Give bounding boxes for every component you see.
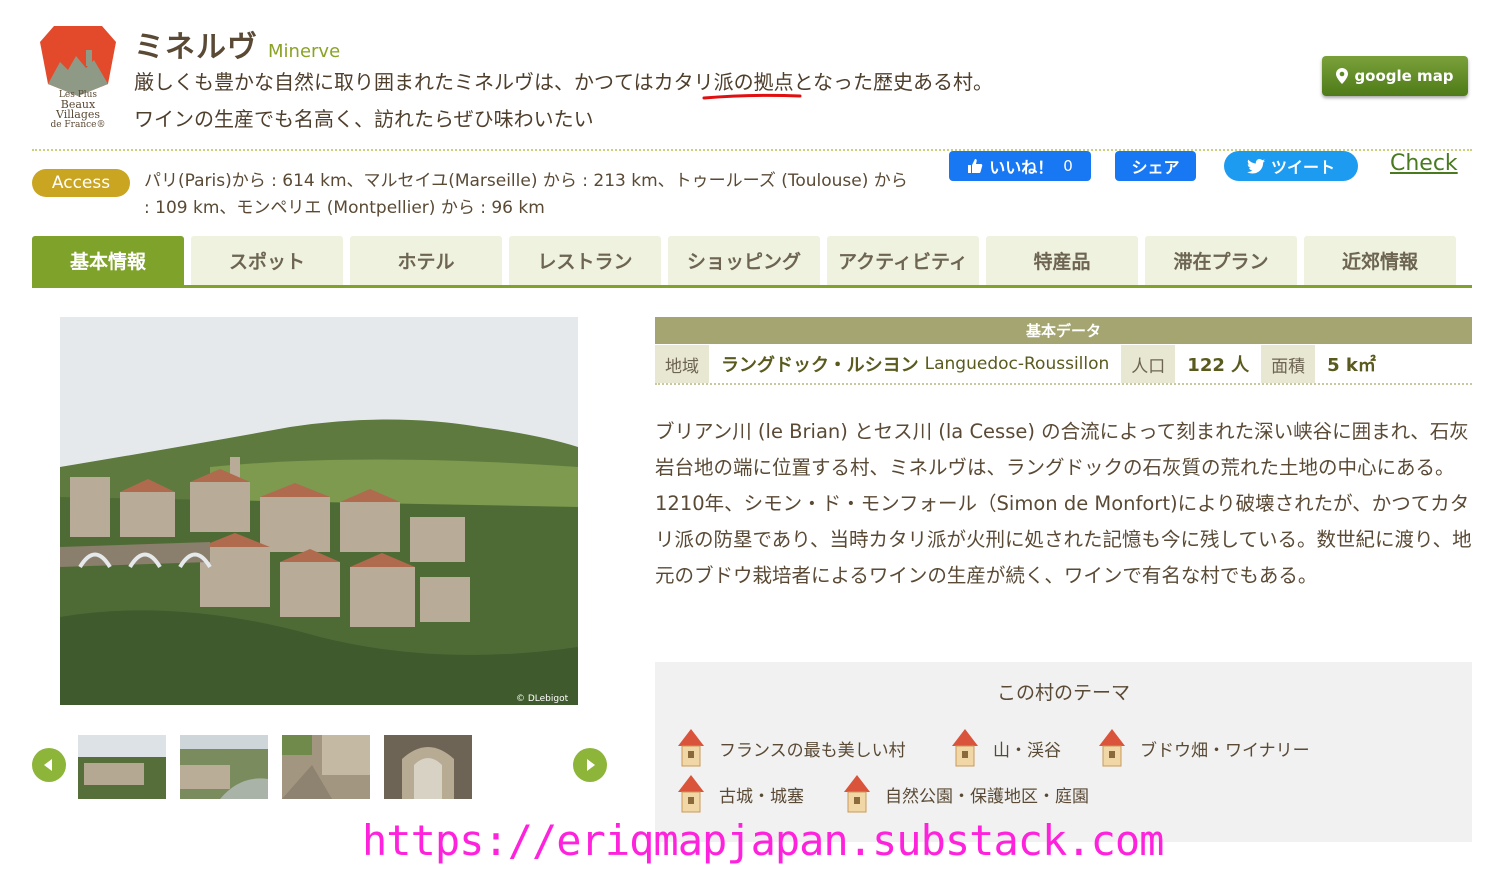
tweet-button[interactable]: ツイート [1224,151,1358,181]
village-main-photo [60,317,578,705]
population-value: 122 人 [1187,355,1250,376]
village-description: ブリアン川 (le Brian) とセス川 (la Cesse) の合流によって… [655,420,1472,587]
region-label: 地域 [655,345,709,383]
lead-text-line1: 厳しくも豊かな自然に取り囲まれたミネルヴは、かつてはカタリ派の拠点となった歴史あ… [134,70,993,94]
like-count: 0 [1063,157,1073,175]
logo-caption: Les Plus Beaux Villages de France® [50,90,106,130]
house-icon [678,775,704,813]
theme-item[interactable]: ブドウ畑・ワイナリー [1098,728,1310,768]
page-title: ミネルヴ Minerve [134,22,340,66]
title-english: Minerve [268,41,341,62]
house-icon [1099,729,1125,767]
gallery-thumbnail-1[interactable] [78,735,166,799]
tab-spots[interactable]: スポット [191,236,343,285]
map-pin-icon [1336,68,1349,84]
watermark-url: https://eriqmapjapan.substack.com [362,816,1164,865]
section-tabs: 基本情報 スポット ホテル レストラン ショッピング アクティビティ 特産品 滞… [32,236,1472,288]
gallery-thumbnail-2[interactable] [180,735,268,799]
tab-activities[interactable]: アクティビティ [827,236,979,285]
gallery-prev-button[interactable] [32,748,66,782]
theme-item[interactable]: 自然公園・保護地区・庭園 [843,774,1089,814]
twitter-bird-icon [1246,158,1265,174]
house-icon [678,729,704,767]
tab-basic-info[interactable]: 基本情報 [32,236,184,285]
title-japanese: ミネルヴ [134,30,258,65]
tab-stay-plans[interactable]: 滞在プラン [1145,236,1297,285]
facebook-share-button[interactable]: シェア [1115,151,1196,181]
theme-item[interactable]: フランスの最も美しい村 [677,728,906,768]
house-icon [844,775,870,813]
gallery-next-button[interactable] [573,748,607,782]
access-text: パリ(Paris)から : 614 km、マルセイユ(Marseille) から… [144,171,908,218]
google-map-label: google map [1354,67,1454,85]
arrow-right-icon [587,759,595,771]
area-value: 5 k㎡ [1327,355,1376,376]
basic-data-heading: 基本データ [655,317,1472,344]
tab-specialties[interactable]: 特産品 [986,236,1138,285]
tab-hotels[interactable]: ホテル [350,236,502,285]
area-label: 面積 [1261,345,1316,383]
theme-item[interactable]: 古城・城塞 [677,774,804,814]
region-value: ラングドック・ルシヨン Languedoc-Roussillon [721,354,1110,376]
google-map-button[interactable]: google map [1322,56,1468,96]
theme-item[interactable]: 山・渓谷 [951,728,1061,768]
tab-restaurants[interactable]: レストラン [509,236,661,285]
tab-shopping[interactable]: ショッピング [668,236,820,285]
access-badge: Access [32,169,130,197]
lead-text-line2: ワインの生産でも名高く、訪れたらぜひ味わいたい [134,107,594,131]
theme-box: この村のテーマ フランスの最も美しい村 山・渓谷 ブドウ畑・ワイナリー 古城・城… [655,662,1472,842]
theme-title: この村のテーマ [996,682,1130,704]
gallery-thumbnail-4[interactable] [384,735,472,799]
check-link[interactable]: Check [1390,151,1458,176]
tab-nearby[interactable]: 近郊情報 [1304,236,1456,285]
facebook-like-button[interactable]: いいね！ 0 [949,151,1091,181]
photo-credit: © DLebigot [516,694,569,704]
arrow-left-icon [44,759,52,771]
population-label: 人口 [1121,345,1176,383]
basic-data-row: 地域 ラングドック・ルシヨン Languedoc-Roussillon 人口 1… [655,345,1472,385]
thumbs-up-icon [968,159,983,173]
red-underline-annotation [702,93,802,100]
house-icon [952,729,978,767]
gallery-thumbnail-3[interactable] [282,735,370,799]
